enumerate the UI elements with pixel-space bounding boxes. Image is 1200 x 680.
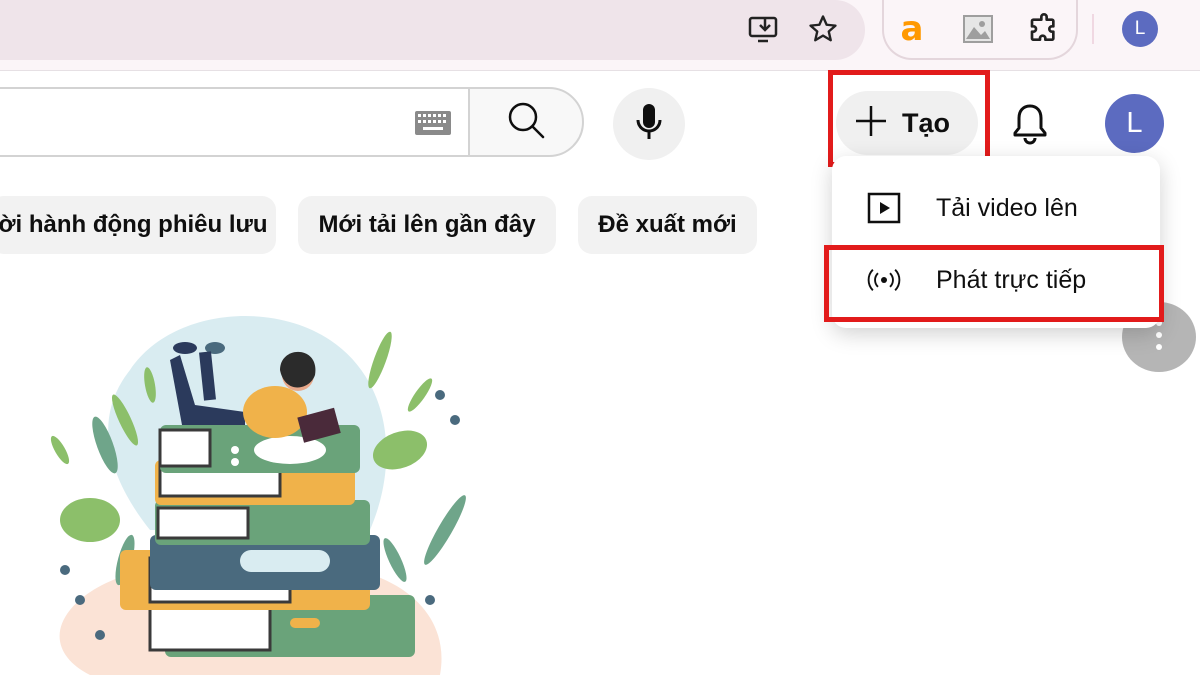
menu-item-label: Tải video lên	[936, 193, 1078, 222]
menu-item-label: Phát trực tiếp	[936, 265, 1087, 294]
search-button[interactable]	[468, 87, 584, 157]
keyboard-icon[interactable]	[415, 111, 451, 135]
create-menu: Tải video lên Phát trực tiếp	[832, 156, 1160, 328]
plus-icon	[854, 104, 888, 143]
voice-search-button[interactable]	[613, 88, 685, 160]
reading-illustration	[30, 300, 500, 675]
amazon-assistant-icon[interactable]: a	[894, 10, 930, 48]
search-icon	[506, 100, 546, 145]
chip-adventure-action[interactable]: ời hành động phiêu lưu	[0, 196, 276, 254]
more-vert-icon	[1155, 319, 1163, 356]
extensions-puzzle-icon[interactable]	[1026, 12, 1062, 46]
menu-item-go-live[interactable]: Phát trực tiếp	[832, 244, 1160, 316]
microphone-icon	[634, 102, 664, 147]
chip-recently-uploaded[interactable]: Mới tải lên gần đây	[298, 196, 556, 254]
search-input[interactable]	[0, 87, 470, 157]
upload-video-icon	[866, 190, 902, 226]
toolbar-divider	[1092, 14, 1094, 44]
menu-item-upload-video[interactable]: Tải video lên	[832, 172, 1160, 244]
install-app-icon[interactable]	[746, 14, 782, 46]
create-button[interactable]: Tạo	[836, 91, 978, 155]
address-bar[interactable]	[0, 0, 865, 60]
create-button-label: Tạo	[902, 107, 951, 138]
chip-new-to-you[interactable]: Đề xuất mới	[578, 196, 757, 254]
live-broadcast-icon	[866, 262, 902, 298]
bookmark-star-icon[interactable]	[806, 12, 840, 46]
browser-profile-avatar[interactable]: L	[1122, 11, 1158, 47]
image-extension-icon[interactable]	[960, 12, 996, 46]
notifications-bell-icon[interactable]	[1006, 100, 1054, 148]
account-avatar[interactable]: L	[1105, 94, 1164, 153]
browser-toolbar: a L	[0, 0, 1200, 71]
